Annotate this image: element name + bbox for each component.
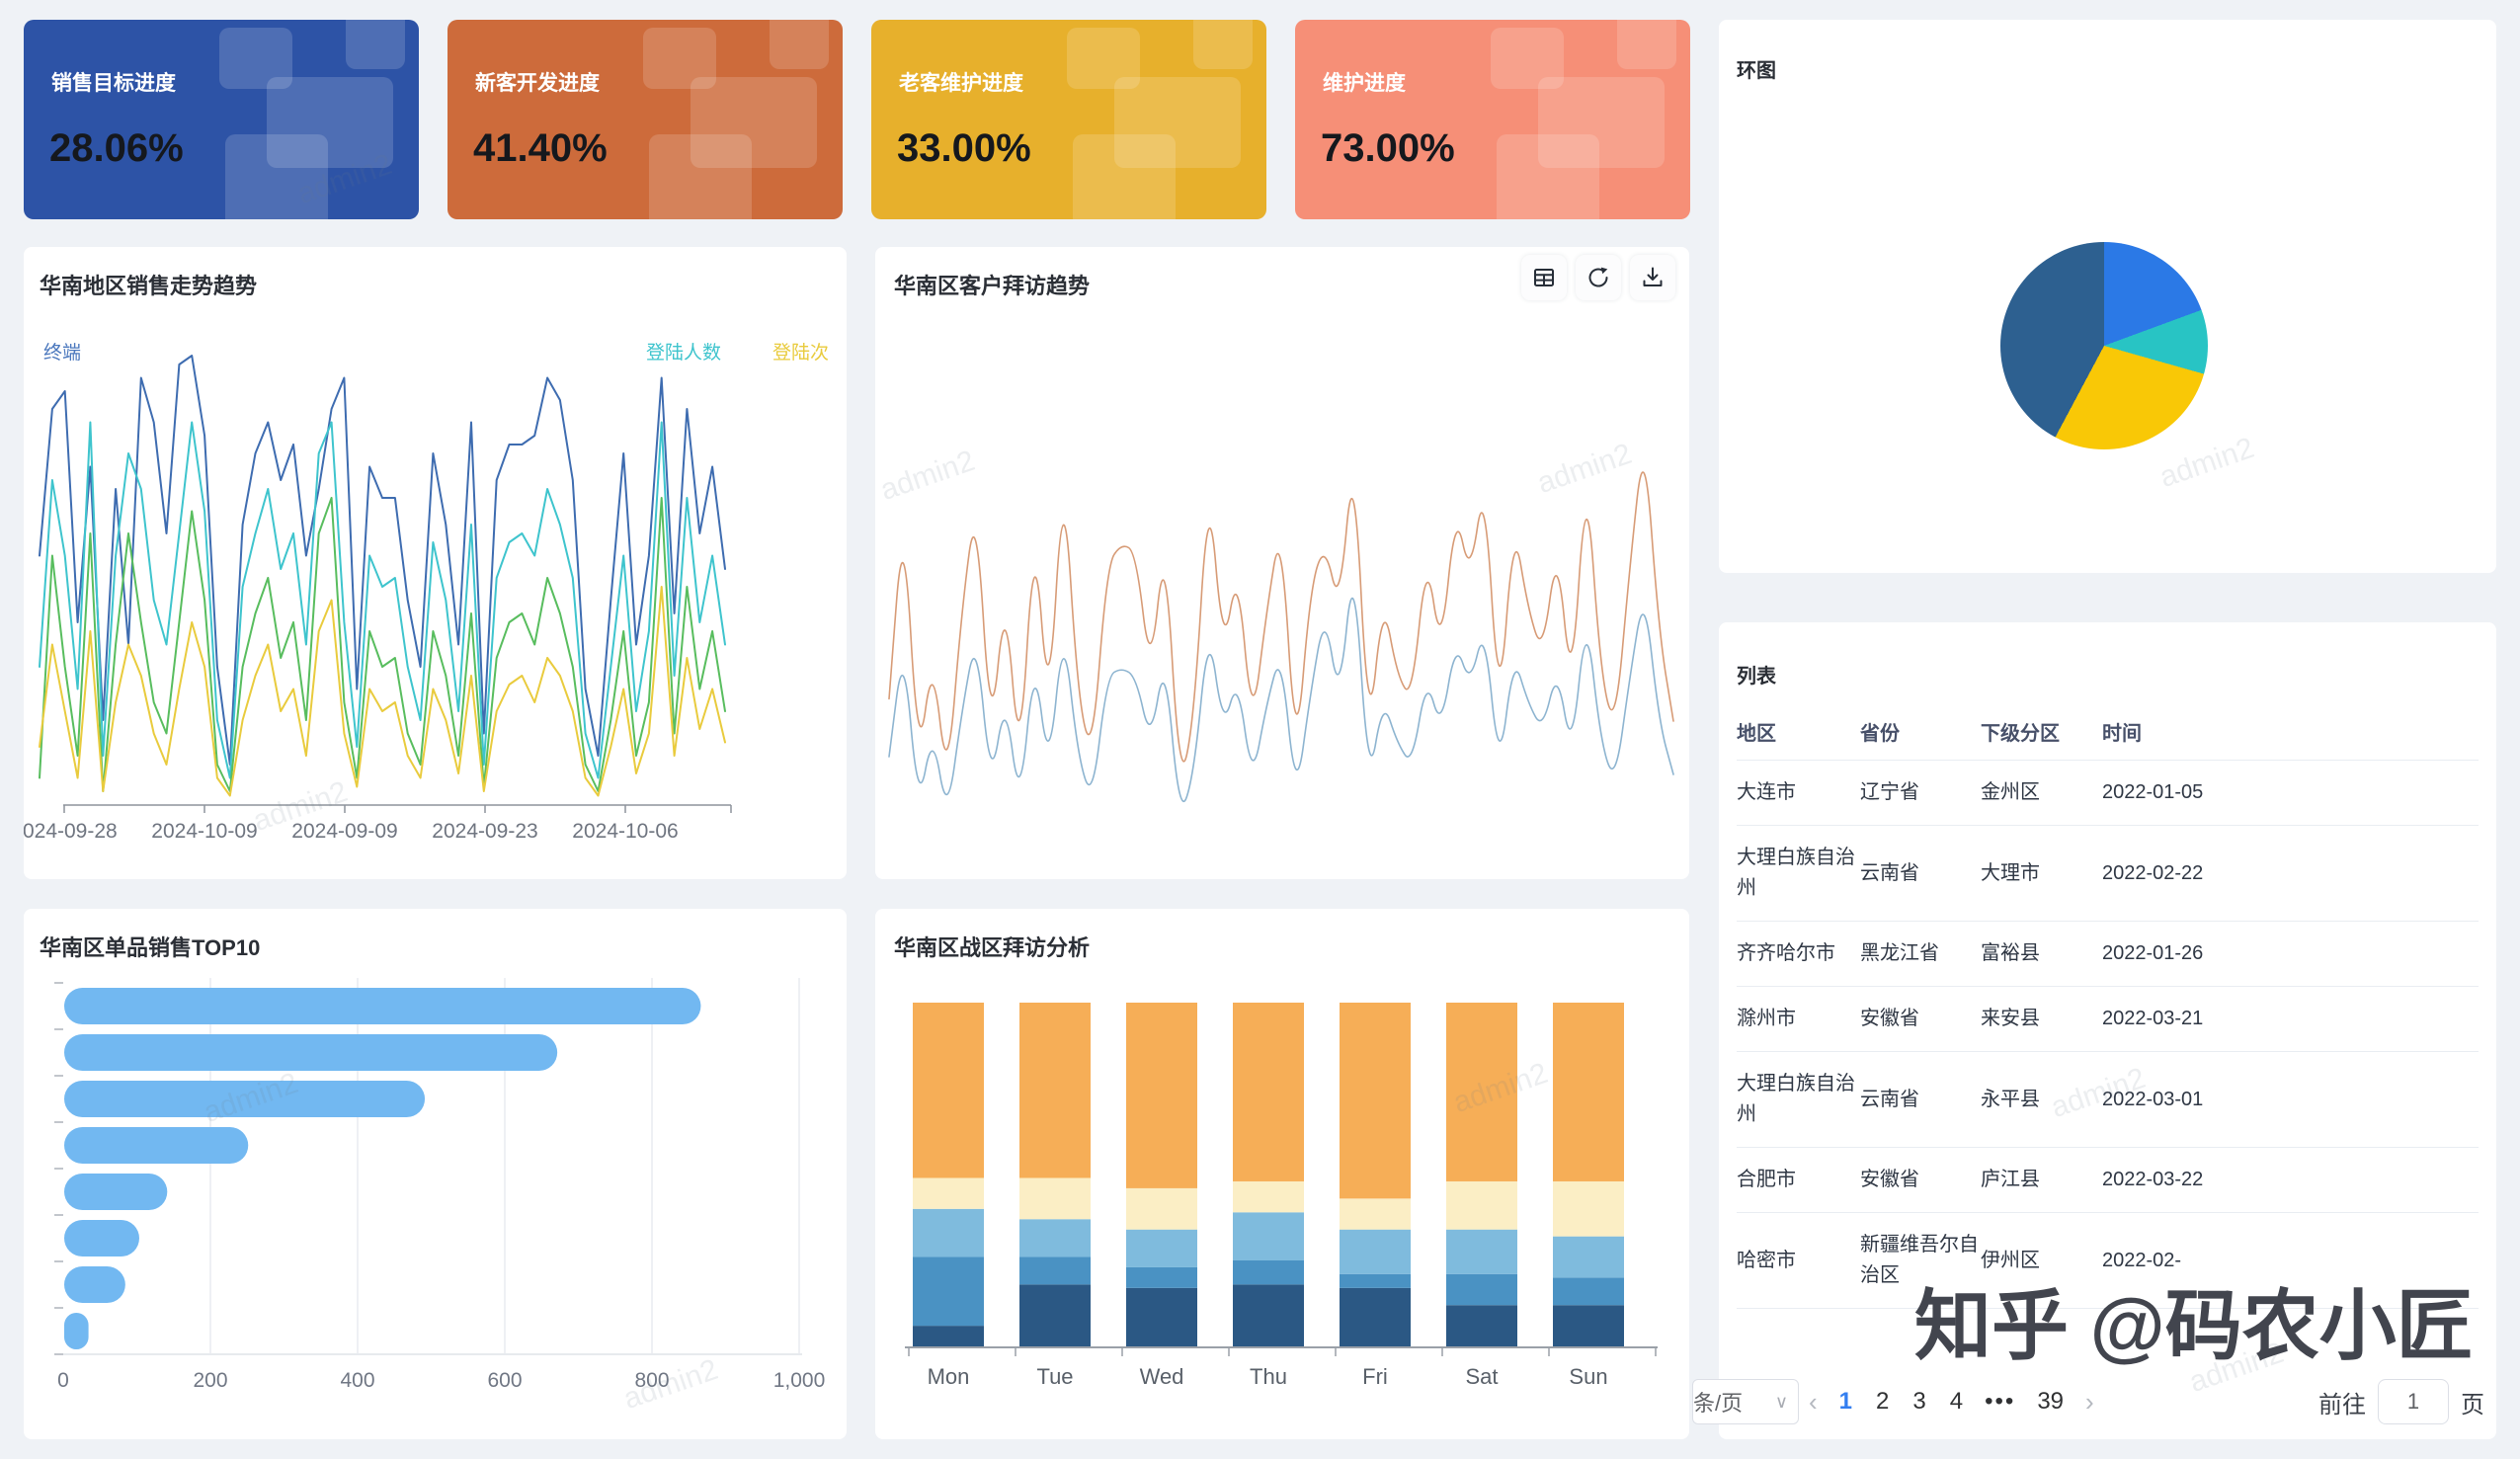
table-cell: 大连市	[1737, 761, 1860, 826]
table-cell: 伊州区	[1981, 1213, 2102, 1309]
kpi-card-1: 新客开发进度 41.40%	[447, 20, 843, 219]
table-cell: 永平县	[1981, 1052, 2102, 1148]
table-header-row: 地区省份下级分区时间	[1737, 701, 2479, 761]
svg-text:Fri: Fri	[1362, 1364, 1388, 1389]
kpi-title: 新客开发进度	[475, 67, 600, 97]
page-size-select[interactable]: 条/页 ∨	[1692, 1379, 1799, 1424]
page-button-1[interactable]: 1	[1828, 1388, 1864, 1415]
prev-page-button[interactable]: ‹	[1799, 1387, 1828, 1418]
page-button-last[interactable]: 39	[2025, 1388, 2075, 1416]
kpi-title: 维护进度	[1323, 67, 1406, 97]
svg-text:Thu: Thu	[1250, 1364, 1287, 1389]
svg-text:800: 800	[634, 1369, 669, 1392]
pages-ellipsis[interactable]: •••	[1975, 1388, 2025, 1416]
table-cell: 2022-03-01	[2102, 1052, 2479, 1148]
table-row: 大连市辽宁省金州区2022-01-05	[1737, 761, 2479, 826]
table-cell: 2022-02-	[2102, 1213, 2479, 1309]
table-column-header: 地区	[1737, 701, 1860, 761]
svg-text:0: 0	[57, 1369, 69, 1392]
svg-text:600: 600	[487, 1369, 522, 1392]
pagination: 条/页 ∨ ‹ 1234 ••• 39 › 前往 页	[1692, 1378, 2484, 1425]
kpi-title: 销售目标进度	[51, 67, 176, 97]
table-row: 合肥市安徽省庐江县2022-03-22	[1737, 1148, 2479, 1213]
next-page-button[interactable]: ›	[2075, 1387, 2104, 1418]
stacked-visit-card: 华南区战区拜访分析 MonTueWedThuFriSatSun	[875, 909, 1689, 1439]
kpi-value: 28.06%	[49, 126, 184, 171]
table-cell: 2022-03-22	[2102, 1148, 2479, 1213]
visit-trend-card: 华南区客户拜访趋势	[875, 247, 1689, 879]
stacked-bar-chart[interactable]: Mon Tue Wed Thu Fri Sat Sun	[875, 909, 1689, 1439]
table-cell: 黑龙江省	[1860, 922, 1981, 987]
kpi-value: 41.40%	[473, 126, 608, 171]
pie-title: 环图	[1737, 54, 1776, 83]
table-row: 大理白族自治州云南省永平县2022-03-01	[1737, 1052, 2479, 1148]
table-cell: 金州区	[1981, 761, 2102, 826]
table-cell: 安徽省	[1860, 1148, 1981, 1213]
table-cell: 云南省	[1860, 826, 1981, 922]
goto-page-input[interactable]	[2378, 1379, 2449, 1424]
list-title: 列表	[1737, 660, 1776, 689]
table-column-header: 时间	[2102, 701, 2479, 761]
svg-text:1,000: 1,000	[773, 1369, 826, 1392]
table-cell: 庐江县	[1981, 1148, 2102, 1213]
svg-text:Sun: Sun	[1569, 1364, 1607, 1389]
sales-trend-chart[interactable]: 2024-09-28 2024-10-09 2024-09-09 2024-09-23…	[24, 247, 847, 879]
svg-text:2024-09-28: 2024-09-28	[24, 820, 118, 843]
page-button-2[interactable]: 2	[1864, 1388, 1901, 1415]
svg-text:Mon: Mon	[928, 1364, 970, 1389]
table-cell: 云南省	[1860, 1052, 1981, 1148]
svg-text:400: 400	[340, 1369, 374, 1392]
svg-text:2024-09-23: 2024-09-23	[432, 820, 537, 843]
top10-card: 华南区单品销售TOP10 02004006008001,000	[24, 909, 847, 1439]
table-cell: 哈密市	[1737, 1213, 1860, 1309]
table-cell: 大理白族自治州	[1737, 826, 1860, 922]
table-cell: 来安县	[1981, 987, 2102, 1052]
page-suffix-label: 页	[2461, 1385, 2484, 1419]
kpi-card-2: 老客维护进度 33.00%	[871, 20, 1266, 219]
table-column-header: 省份	[1860, 701, 1981, 761]
table-cell: 合肥市	[1737, 1148, 1860, 1213]
table-cell: 2022-03-21	[2102, 987, 2479, 1052]
top10-bar-chart[interactable]: 0 200 400 600 800 1,000	[24, 909, 847, 1439]
sales-trend-card: 华南地区销售走势趋势 终端 登陆人数 登陆次 2024-09-282024-10…	[24, 247, 847, 879]
pie-card: 环图	[1719, 20, 2496, 573]
kpi-card-3: 维护进度 73.00%	[1295, 20, 1690, 219]
kpi-value: 73.00%	[1321, 126, 1455, 171]
table-cell: 2022-01-26	[2102, 922, 2479, 987]
page-button-3[interactable]: 3	[1901, 1388, 1937, 1415]
page-size-value: 条/页	[1693, 1386, 1743, 1418]
svg-text:2024-10-06: 2024-10-06	[572, 820, 678, 843]
svg-text:Tue: Tue	[1036, 1364, 1073, 1389]
kpi-value: 33.00%	[897, 126, 1031, 171]
table-cell: 2022-01-05	[2102, 761, 2479, 826]
table-row: 大理白族自治州云南省大理市2022-02-22	[1737, 826, 2479, 922]
region-table: 地区省份下级分区时间 大连市辽宁省金州区2022-01-05大理白族自治州云南省…	[1737, 701, 2479, 1309]
table-cell: 2022-02-22	[2102, 826, 2479, 922]
pie-chart[interactable]	[2000, 242, 2208, 449]
svg-text:2024-09-09: 2024-09-09	[291, 820, 397, 843]
svg-text:2024-10-09: 2024-10-09	[151, 820, 257, 843]
table-row: 齐齐哈尔市黑龙江省富裕县2022-01-26	[1737, 922, 2479, 987]
table-cell: 安徽省	[1860, 987, 1981, 1052]
table-cell: 齐齐哈尔市	[1737, 922, 1860, 987]
svg-text:Sat: Sat	[1465, 1364, 1498, 1389]
kpi-title: 老客维护进度	[899, 67, 1023, 97]
table-row: 滁州市安徽省来安县2022-03-21	[1737, 987, 2479, 1052]
svg-text:200: 200	[193, 1369, 227, 1392]
table-cell: 富裕县	[1981, 922, 2102, 987]
table-cell: 大理市	[1981, 826, 2102, 922]
page-button-4[interactable]: 4	[1938, 1388, 1975, 1415]
table-cell: 滁州市	[1737, 987, 1860, 1052]
chevron-down-icon: ∨	[1775, 1392, 1788, 1413]
svg-text:Wed: Wed	[1140, 1364, 1184, 1389]
table-cell: 大理白族自治州	[1737, 1052, 1860, 1148]
table-cell: 新疆维吾尔自治区	[1860, 1213, 1981, 1309]
list-card: 列表 地区省份下级分区时间 大连市辽宁省金州区2022-01-05大理白族自治州…	[1719, 622, 2496, 1439]
kpi-card-0: 销售目标进度 28.06%	[24, 20, 419, 219]
goto-label: 前往	[2318, 1385, 2366, 1419]
table-cell: 辽宁省	[1860, 761, 1981, 826]
table-column-header: 下级分区	[1981, 701, 2102, 761]
visit-trend-chart[interactable]	[875, 247, 1689, 879]
table-row: 哈密市新疆维吾尔自治区伊州区2022-02-	[1737, 1213, 2479, 1309]
